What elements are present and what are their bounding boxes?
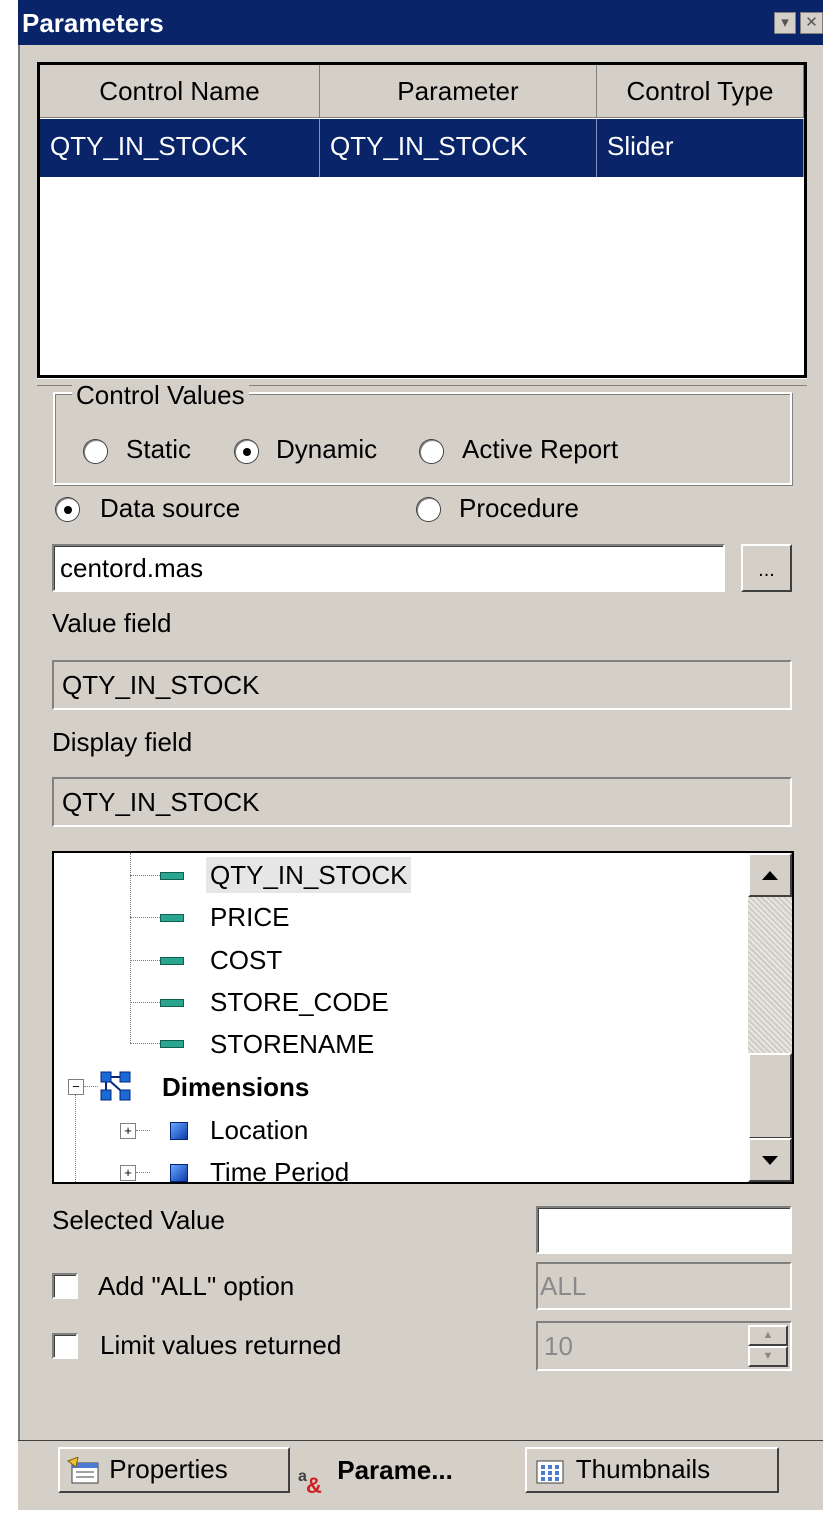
tree-field-storename[interactable]: STORENAME (210, 1026, 374, 1062)
dimension-icon (170, 1122, 188, 1140)
tab-parameters-label: Parame... (337, 1455, 453, 1485)
spin-up-button[interactable]: ▲ (748, 1325, 788, 1346)
column-header-control-name[interactable]: Control Name (40, 65, 320, 118)
add-all-checkbox[interactable] (52, 1273, 78, 1299)
value-field-label: Value field (52, 608, 172, 638)
display-field-input[interactable]: QTY_IN_STOCK (52, 777, 792, 827)
radio-dynamic[interactable] (235, 440, 258, 463)
limit-values-label: Limit values returned (100, 1330, 342, 1360)
selected-value-input[interactable] (536, 1206, 792, 1254)
display-field-label: Display field (52, 727, 193, 757)
tab-properties[interactable]: Properties (58, 1447, 290, 1493)
browse-button[interactable]: ... (741, 544, 792, 592)
control-values-legend: Control Values (72, 380, 249, 411)
tab-parameters[interactable]: a & Parame... (290, 1441, 525, 1499)
thumbnails-icon (533, 1457, 569, 1485)
all-option-input[interactable]: ALL (536, 1262, 792, 1310)
tab-thumbnails[interactable]: Thumbnails (525, 1447, 779, 1493)
scroll-down-button[interactable] (748, 1138, 792, 1182)
window-title: Parameters (22, 8, 164, 38)
radio-data-source-label: Data source (100, 493, 241, 523)
parameters-icon: a & (296, 1457, 330, 1498)
column-header-parameter[interactable]: Parameter (320, 65, 597, 118)
tree-dim-time-period[interactable]: Time Period (210, 1154, 349, 1182)
field-icon (160, 872, 184, 880)
field-icon (160, 1040, 184, 1048)
collapse-icon[interactable]: − (68, 1079, 84, 1095)
radio-procedure[interactable] (417, 498, 440, 521)
tree-group-dimensions[interactable]: Dimensions (162, 1069, 309, 1105)
cell-control-name[interactable]: QTY_IN_STOCK (40, 119, 320, 177)
cell-control-type[interactable]: Slider (597, 119, 804, 177)
field-icon (160, 957, 184, 965)
properties-icon (66, 1456, 102, 1485)
data-source-input[interactable]: centord.mas (52, 544, 725, 592)
radio-active-report-label: Active Report (462, 434, 619, 464)
field-tree[interactable]: QTY_IN_STOCK PRICE COST STORE_CODE STORE… (52, 851, 794, 1184)
tab-properties-label: Properties (109, 1454, 228, 1484)
radio-static[interactable] (84, 440, 107, 463)
limit-values-checkbox[interactable] (52, 1333, 78, 1359)
tree-field-price[interactable]: PRICE (210, 899, 289, 935)
tab-strip: Properties a & Parame... Thumbnails (18, 1440, 823, 1510)
title-bar: Parameters ▾ ✕ (18, 0, 823, 45)
tab-thumbnails-label: Thumbnails (575, 1454, 711, 1484)
tree-field-store-code[interactable]: STORE_CODE (210, 984, 389, 1020)
radio-procedure-label: Procedure (459, 493, 579, 523)
radio-dynamic-label: Dynamic (276, 434, 378, 464)
dimension-icon (170, 1164, 188, 1182)
radio-data-source[interactable] (56, 498, 79, 521)
tree-field-cost[interactable]: COST (210, 942, 282, 978)
dimensions-icon (100, 1071, 132, 1101)
value-field-input[interactable]: QTY_IN_STOCK (52, 660, 792, 710)
expand-icon[interactable]: + (120, 1165, 136, 1181)
column-header-control-type[interactable]: Control Type (597, 65, 804, 118)
scroll-thumb[interactable] (748, 1053, 792, 1139)
selected-value-label: Selected Value (52, 1205, 225, 1235)
field-icon (160, 914, 184, 922)
add-all-label: Add "ALL" option (98, 1271, 295, 1301)
field-icon (160, 999, 184, 1007)
radio-static-label: Static (126, 434, 192, 464)
scroll-up-button[interactable] (748, 853, 792, 897)
cell-parameter[interactable]: QTY_IN_STOCK (320, 119, 597, 177)
close-button[interactable]: ✕ (800, 12, 823, 34)
spin-down-button[interactable]: ▼ (748, 1346, 788, 1367)
parameters-grid[interactable]: Control Name Parameter Control Type QTY_… (37, 62, 807, 378)
expand-icon[interactable]: + (120, 1123, 136, 1139)
tree-scrollbar[interactable] (748, 853, 792, 1182)
tree-field-qty-in-stock[interactable]: QTY_IN_STOCK (206, 857, 412, 893)
svg-text:&: & (306, 1473, 322, 1495)
tree-dim-location[interactable]: Location (210, 1112, 308, 1148)
pin-button[interactable]: ▾ (774, 12, 796, 34)
radio-active-report[interactable] (420, 440, 443, 463)
